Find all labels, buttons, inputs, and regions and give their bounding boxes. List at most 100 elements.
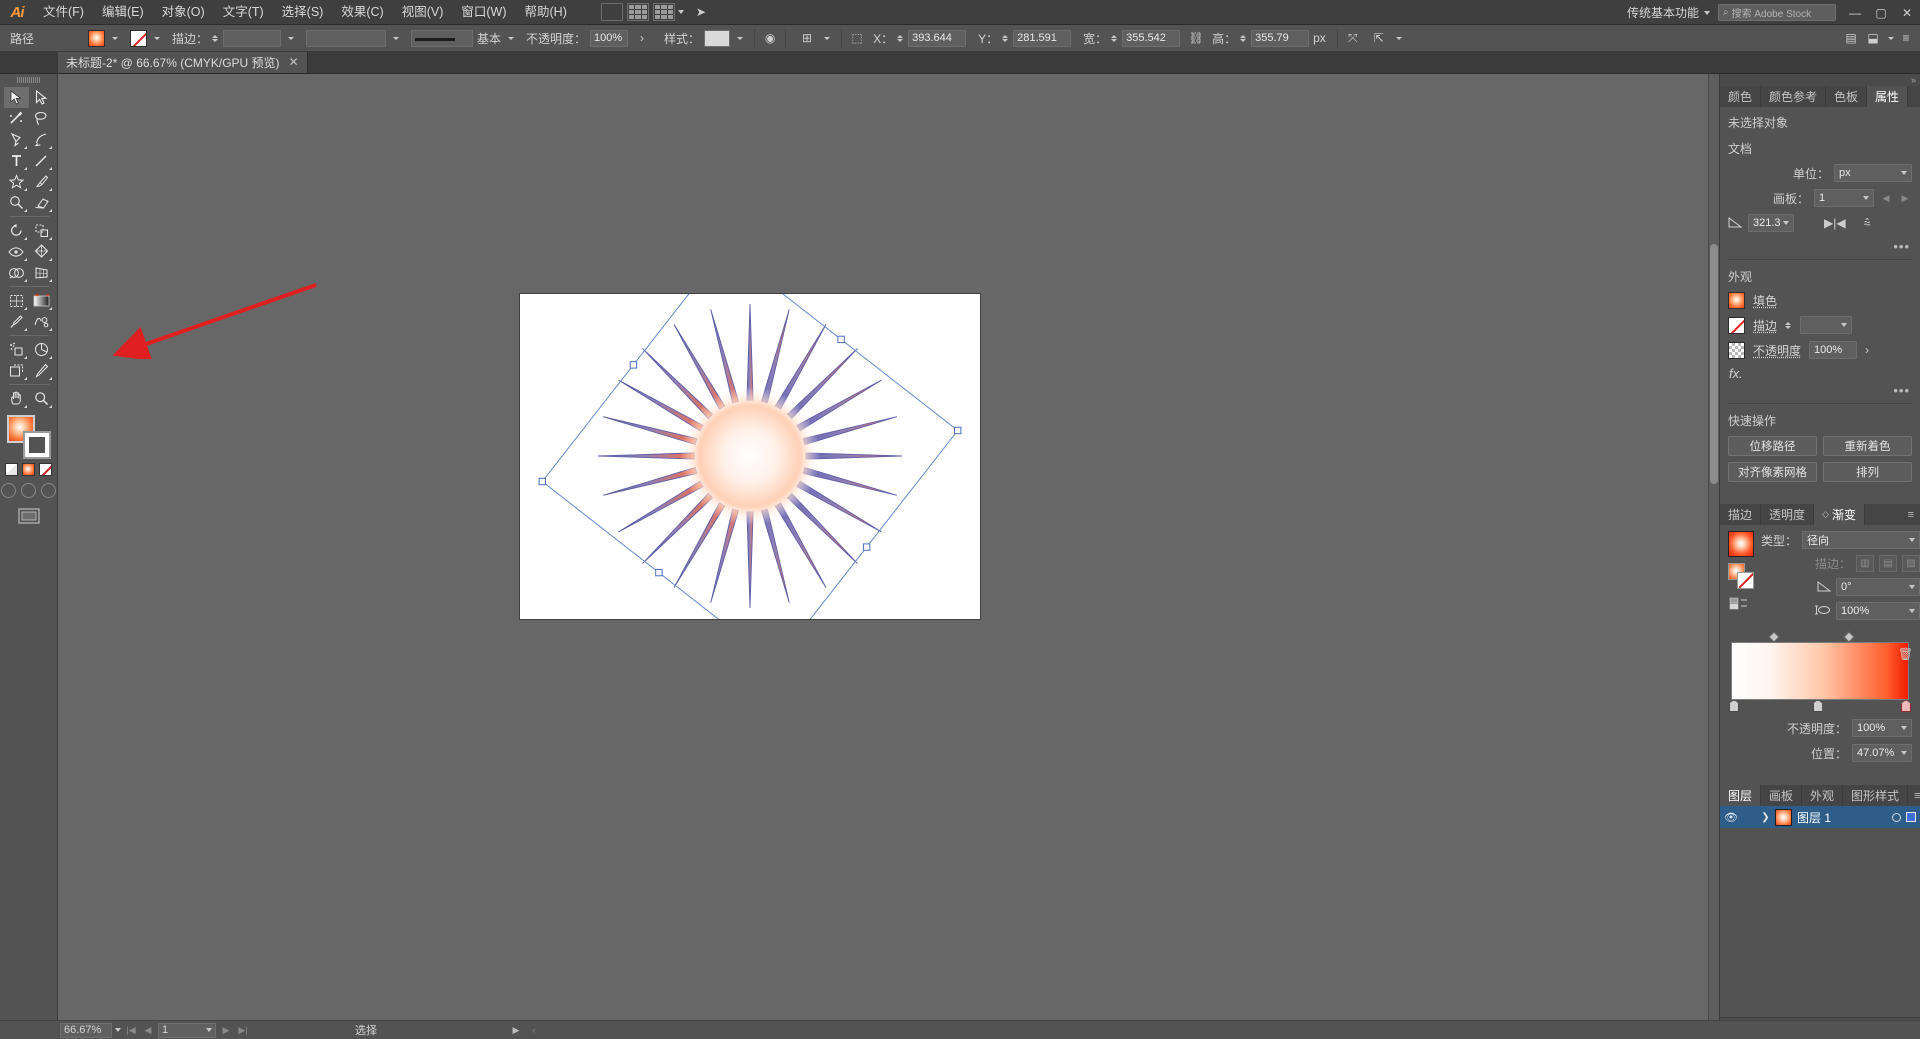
y-stepper[interactable] — [1002, 34, 1009, 42]
gradient-tool[interactable] — [29, 290, 54, 311]
flip-horizontal-icon[interactable]: ▶|◀ — [1824, 216, 1846, 230]
height-input[interactable]: 355.79 — [1251, 29, 1310, 47]
width-tool[interactable] — [4, 241, 29, 262]
x-input[interactable]: 393.644 — [908, 29, 967, 47]
brush-definition-control[interactable]: 基本 — [405, 29, 520, 47]
color-swatch-button[interactable] — [5, 463, 18, 476]
canvas-area[interactable] — [58, 74, 1719, 1039]
align-control[interactable]: ⊞ — [791, 29, 836, 48]
magic-wand-tool[interactable] — [4, 108, 29, 129]
dock-collapse-button[interactable]: » — [1720, 74, 1920, 86]
send-icon[interactable]: ➤ — [688, 0, 714, 25]
shape-tool[interactable] — [4, 171, 29, 192]
none-swatch-button[interactable] — [39, 463, 52, 476]
direct-selection-tool[interactable] — [29, 87, 54, 108]
prev-artboard-icon[interactable]: ◀ — [141, 1025, 155, 1036]
layer-visibility-icon[interactable]: 👁 — [1720, 806, 1742, 828]
tab-artboards[interactable]: 画板 — [1761, 785, 1803, 806]
gradient-stop-0[interactable] — [1729, 700, 1739, 712]
document-setup-icon[interactable]: ⬓ — [1863, 29, 1883, 48]
tab-properties[interactable]: 属性 — [1867, 86, 1909, 107]
status-collapse-icon[interactable]: ‹ — [527, 1025, 541, 1035]
gradient-type-select[interactable]: 径向 — [1802, 531, 1920, 549]
gradient-stop-2[interactable] — [1901, 700, 1911, 712]
gradient-swatch-button[interactable] — [22, 463, 35, 476]
next-artboard-icon[interactable]: ▶ — [219, 1025, 233, 1036]
gradient-stroke-swatch[interactable] — [1737, 572, 1754, 589]
gradient-location-input[interactable]: 47.07% — [1852, 744, 1912, 762]
pen-tool[interactable] — [4, 129, 29, 150]
screen-mode-button[interactable] — [18, 508, 40, 527]
layers-panel-menu-icon[interactable]: ≡ — [1908, 785, 1920, 806]
stroke-weight-stepper[interactable] — [212, 34, 219, 42]
tab-stroke[interactable]: 描边 — [1720, 504, 1762, 525]
selection-tool[interactable] — [3, 87, 29, 108]
arrange-documents-button[interactable] — [652, 3, 684, 21]
zoom-level-input[interactable]: 66.67% — [60, 1022, 112, 1038]
height-control[interactable]: 高： 355.79 px — [1206, 29, 1332, 47]
fx-button[interactable]: fx. — [1729, 366, 1912, 381]
tab-color[interactable]: 颜色 — [1720, 86, 1762, 107]
chevron-down-icon[interactable] — [154, 36, 160, 40]
draw-behind-icon[interactable] — [21, 483, 36, 498]
perspective-grid-tool[interactable] — [29, 262, 54, 283]
workspace-switcher[interactable]: 传统基本功能 — [1619, 4, 1718, 21]
layer-color-indicator[interactable] — [1906, 812, 1916, 822]
page-number-input[interactable]: 1 — [158, 1022, 216, 1038]
y-input[interactable]: 281.591 — [1013, 29, 1072, 47]
gradient-panel-menu-icon[interactable]: ≡ — [1902, 504, 1920, 525]
gradient-midpoint-2[interactable] — [1843, 631, 1855, 643]
tab-gradient[interactable]: ◇ 渐变 — [1814, 504, 1865, 525]
shaper-tool[interactable] — [4, 192, 29, 213]
quick-action-recolor[interactable]: 重新着色 — [1823, 436, 1912, 456]
chevron-down-icon[interactable] — [737, 36, 744, 40]
bounding-box-handle[interactable] — [629, 361, 638, 369]
type-tool[interactable] — [4, 150, 29, 171]
appearance-stroke-label[interactable]: 描边 — [1753, 317, 1777, 334]
fill-control[interactable] — [82, 29, 124, 47]
gradient-ramp[interactable] — [1731, 642, 1909, 700]
status-expand-icon[interactable]: ▶ — [509, 1025, 523, 1036]
flip-vertical-icon[interactable]: ⩯ — [1864, 216, 1871, 231]
gradient-opacity-input[interactable]: 100% — [1852, 719, 1912, 737]
mesh-tool[interactable] — [4, 290, 29, 311]
unit-select[interactable]: px — [1834, 164, 1912, 182]
rotate-tool[interactable] — [4, 220, 29, 241]
artboard-select[interactable]: 1 — [1814, 189, 1874, 207]
appearance-stroke-weight-input[interactable] — [1800, 316, 1853, 334]
appearance-stroke-swatch[interactable] — [1728, 316, 1745, 334]
width-control[interactable]: 宽： 355.542 — [1077, 29, 1186, 47]
tool-panel-grip[interactable] — [17, 77, 40, 85]
chevron-down-icon[interactable] — [824, 36, 831, 40]
draw-normal-icon[interactable] — [1, 483, 16, 498]
constrain-proportions-icon[interactable]: ⛓ — [1186, 29, 1206, 48]
menu-file[interactable]: 文件(F) — [34, 0, 93, 25]
stroke-along-icon[interactable]: ▤ — [1879, 555, 1898, 572]
menu-type[interactable]: 文字(T) — [214, 0, 273, 25]
y-position-control[interactable]: Y： 281.591 — [972, 29, 1077, 47]
style-swatch[interactable] — [704, 29, 731, 47]
hand-tool[interactable] — [4, 388, 29, 409]
gradient-angle-input[interactable]: 0° — [1836, 578, 1920, 596]
opacity-expand-icon[interactable]: › — [632, 29, 652, 48]
stock-grid-icon[interactable] — [626, 3, 649, 21]
opacity-input[interactable]: 100% — [590, 29, 629, 47]
reverse-gradient-icon[interactable] — [1728, 595, 1750, 611]
chevron-down-icon[interactable] — [393, 36, 400, 40]
menu-object[interactable]: 对象(O) — [153, 0, 214, 25]
draw-inside-icon[interactable] — [41, 483, 56, 498]
stroke-weight-control[interactable]: 描边： — [166, 29, 300, 47]
bridge-icon[interactable] — [600, 3, 623, 21]
prev-artboard-icon[interactable]: ◀ — [1879, 193, 1893, 204]
menu-view[interactable]: 视图(V) — [393, 0, 453, 25]
quick-action-arrange[interactable]: 排列 — [1823, 462, 1912, 482]
shape-builder-tool[interactable] — [4, 262, 29, 283]
tab-transparency[interactable]: 透明度 — [1761, 504, 1815, 525]
slice-tool[interactable] — [29, 360, 54, 381]
stroke-swatch-large[interactable] — [22, 431, 51, 459]
scale-tool[interactable] — [29, 220, 54, 241]
x-stepper[interactable] — [897, 34, 904, 42]
menu-effect[interactable]: 效果(C) — [332, 0, 392, 25]
fill-stroke-indicator[interactable] — [6, 415, 51, 459]
bounding-box-handle[interactable] — [538, 477, 547, 486]
